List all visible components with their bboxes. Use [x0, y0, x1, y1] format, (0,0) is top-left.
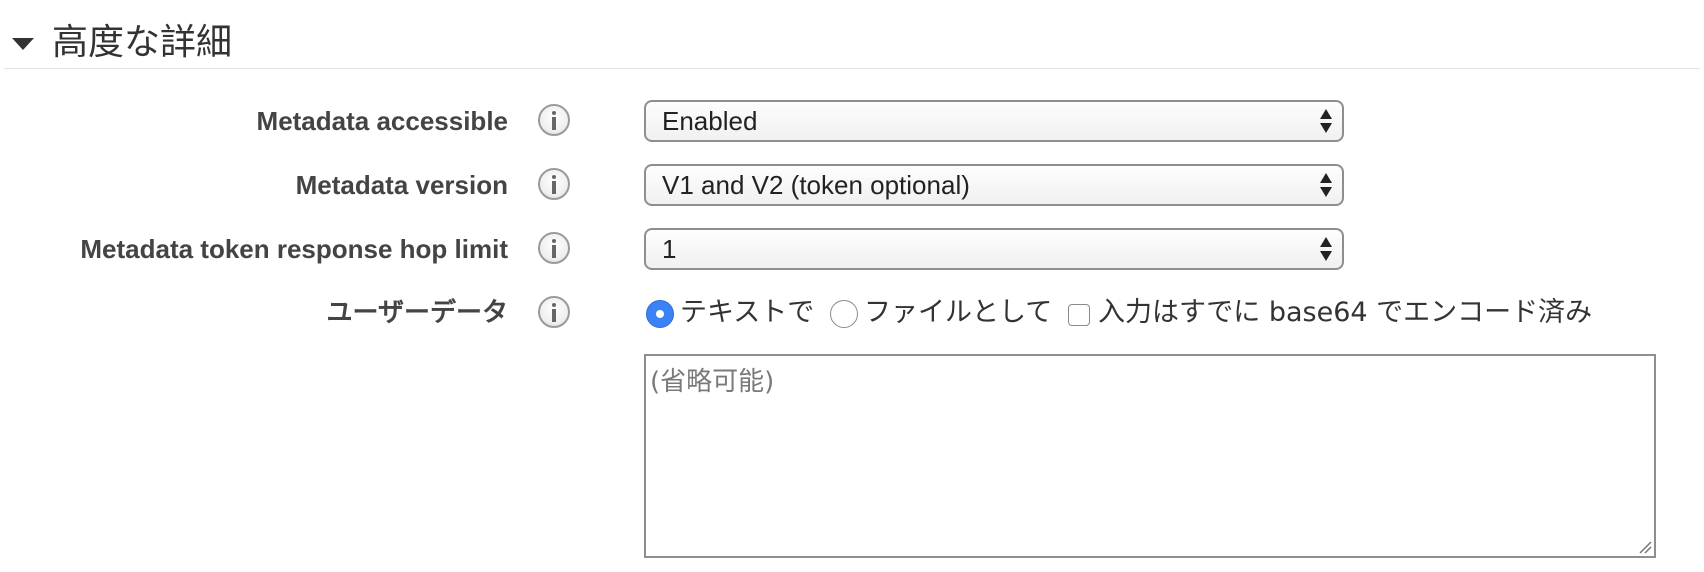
hop-limit-row: Metadata token response hop limit 1 [0, 226, 1704, 272]
base64-encoded-checkbox[interactable] [1068, 304, 1090, 326]
user-data-options: テキストで ファイルとして 入力はすでに base64 でエンコード済み [646, 290, 1646, 336]
info-icon[interactable] [538, 168, 570, 200]
radio-as-text-label[interactable]: テキストで [680, 290, 814, 336]
resize-handle-icon[interactable] [1636, 538, 1652, 554]
radio-as-text[interactable] [646, 300, 674, 328]
section-title[interactable]: 高度な詳細 [52, 20, 232, 66]
radio-as-file[interactable] [830, 300, 858, 328]
metadata-accessible-row: Metadata accessible Enabled [0, 98, 1704, 144]
info-icon[interactable] [538, 104, 570, 136]
info-icon[interactable] [538, 296, 570, 328]
user-data-textarea[interactable]: (省略可能) [644, 354, 1656, 558]
section-divider [4, 68, 1700, 69]
user-data-label: ユーザーデータ [326, 298, 508, 328]
caret-down-icon[interactable] [12, 38, 34, 50]
up-down-arrows-icon [1320, 237, 1332, 261]
metadata-accessible-label: Metadata accessible [256, 106, 508, 136]
metadata-version-row: Metadata version V1 and V2 (token option… [0, 162, 1704, 208]
select-value: V1 and V2 (token optional) [662, 170, 970, 200]
up-down-arrows-icon [1320, 173, 1332, 197]
metadata-version-label: Metadata version [295, 170, 508, 200]
metadata-version-select[interactable]: V1 and V2 (token optional) [644, 164, 1344, 206]
radio-as-file-label[interactable]: ファイルとして [864, 290, 1052, 336]
select-value: Enabled [662, 106, 758, 136]
metadata-accessible-select[interactable]: Enabled [644, 100, 1344, 142]
info-icon[interactable] [538, 232, 570, 264]
up-down-arrows-icon [1320, 109, 1332, 133]
hop-limit-select[interactable]: 1 [644, 228, 1344, 270]
select-value: 1 [662, 234, 677, 264]
user-data-row: ユーザーデータ テキストで ファイルとして 入力はすでに base64 でエンコ… [0, 290, 1704, 336]
advanced-details-section-header[interactable]: 高度な詳細 [0, 0, 1704, 70]
textarea-placeholder: (省略可能) [650, 367, 775, 397]
base64-encoded-label[interactable]: 入力はすでに base64 でエンコード済み [1098, 290, 1592, 336]
hop-limit-label: Metadata token response hop limit [80, 234, 508, 264]
